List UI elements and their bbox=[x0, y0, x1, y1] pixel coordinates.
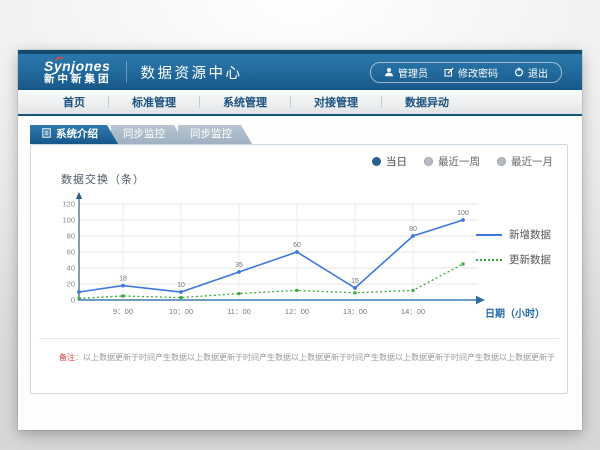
svg-text:9：00: 9：00 bbox=[113, 307, 133, 316]
nav-item-standard-mgmt[interactable]: 标准管理 bbox=[109, 94, 199, 110]
radio-dot-selected bbox=[372, 157, 381, 166]
edit-icon bbox=[444, 67, 454, 77]
svg-text:日期（小时）: 日期（小时） bbox=[485, 307, 545, 320]
brand-name: Synjones bbox=[44, 59, 112, 74]
power-icon bbox=[514, 67, 524, 77]
header-divider bbox=[126, 61, 127, 83]
radio-dot bbox=[497, 157, 506, 166]
brand-name-text: Synjones bbox=[44, 58, 110, 74]
legend-label: 新增数据 bbox=[509, 227, 551, 242]
radio-last-month[interactable]: 最近一月 bbox=[497, 154, 553, 169]
tab-label: 同步监控 bbox=[123, 128, 165, 140]
radio-label: 最近一周 bbox=[438, 154, 480, 169]
app-header: Synjones 新中新集团 数据资源中心 管理员 修改 bbox=[18, 50, 582, 90]
page-title: 数据资源中心 bbox=[141, 62, 243, 83]
svg-text:100: 100 bbox=[62, 216, 75, 225]
chart-panel: 当日 最近一周 最近一月 数据交换（条） 0 20 40 60 80 100 120 9：00… bbox=[30, 144, 568, 394]
svg-text:100: 100 bbox=[457, 210, 469, 217]
user-toolbar: 管理员 修改密码 退出 bbox=[370, 62, 562, 83]
y-axis-title: 数据交换（条） bbox=[61, 171, 145, 187]
footnote-text: ：以上数据更新于时间产生数据以上数据更新于时间产生数据以上数据更新于时间产生数据… bbox=[75, 353, 555, 362]
line-chart: 0 20 40 60 80 100 120 9：00 10：00 11：00 12：00 13：00 1… bbox=[39, 191, 551, 331]
svg-text:14：00: 14：00 bbox=[401, 307, 425, 316]
brand-logo: Synjones 新中新集团 bbox=[44, 59, 112, 86]
logout-button[interactable]: 退出 bbox=[514, 65, 548, 80]
tab-bar: 系统介绍 同步监控 同步监控 bbox=[30, 125, 245, 144]
legend-label: 更新数据 bbox=[509, 252, 551, 267]
tab-label: 系统介绍 bbox=[56, 128, 98, 140]
svg-text:11：00: 11：00 bbox=[227, 307, 251, 316]
legend-item-updated-data[interactable]: 更新数据 bbox=[476, 252, 551, 267]
logout-label: 退出 bbox=[528, 65, 548, 80]
svg-text:40: 40 bbox=[67, 264, 75, 273]
svg-text:20: 20 bbox=[67, 280, 75, 289]
admin-user-button[interactable]: 管理员 bbox=[384, 65, 428, 80]
radio-today[interactable]: 当日 bbox=[372, 154, 407, 169]
admin-user-label: 管理员 bbox=[398, 65, 428, 80]
tab-system-intro[interactable]: 系统介绍 bbox=[30, 125, 118, 144]
nav-item-home[interactable]: 首页 bbox=[40, 94, 108, 110]
svg-text:80: 80 bbox=[409, 226, 417, 233]
radio-label: 最近一月 bbox=[511, 154, 553, 169]
radio-dot bbox=[424, 157, 433, 166]
nav-item-data-change[interactable]: 数据异动 bbox=[382, 94, 472, 110]
change-password-button[interactable]: 修改密码 bbox=[444, 65, 498, 80]
tab-label: 同步监控 bbox=[190, 128, 232, 140]
panel-divider bbox=[39, 338, 559, 339]
change-password-label: 修改密码 bbox=[458, 65, 498, 80]
svg-text:10：00: 10：00 bbox=[169, 307, 193, 316]
svg-text:0: 0 bbox=[71, 296, 75, 305]
nav-item-system-mgmt[interactable]: 系统管理 bbox=[200, 94, 290, 110]
tab-sync-monitor-2[interactable]: 同步监控 bbox=[178, 125, 252, 144]
svg-text:10: 10 bbox=[177, 282, 185, 289]
svg-text:120: 120 bbox=[62, 200, 75, 209]
svg-text:80: 80 bbox=[67, 232, 75, 241]
svg-text:60: 60 bbox=[293, 242, 301, 249]
time-range-filter: 当日 最近一周 最近一月 bbox=[372, 154, 553, 169]
footnote: 备注：以上数据更新于时间产生数据以上数据更新于时间产生数据以上数据更新于时间产生… bbox=[59, 352, 559, 363]
svg-text:35: 35 bbox=[235, 262, 243, 269]
tab-sync-monitor-1[interactable]: 同步监控 bbox=[111, 125, 185, 144]
svg-text:18: 18 bbox=[119, 276, 127, 283]
user-icon bbox=[384, 67, 394, 77]
legend-item-new-data[interactable]: 新增数据 bbox=[476, 227, 551, 242]
brand-subtitle: 新中新集团 bbox=[44, 74, 112, 85]
svg-text:13：00: 13：00 bbox=[343, 307, 367, 316]
radio-last-week[interactable]: 最近一周 bbox=[424, 154, 480, 169]
document-icon bbox=[42, 126, 51, 145]
content-area: 系统介绍 同步监控 同步监控 当日 最近一周 bbox=[18, 116, 582, 428]
chart-legend: 新增数据 更新数据 bbox=[476, 227, 551, 277]
main-nav: 首页 标准管理 系统管理 对接管理 数据异动 bbox=[18, 90, 582, 116]
app-window: Synjones 新中新集团 数据资源中心 管理员 修改 bbox=[18, 50, 582, 430]
svg-text:15: 15 bbox=[351, 278, 359, 285]
radio-label: 当日 bbox=[386, 154, 407, 169]
desktop-background: Synjones 新中新集团 数据资源中心 管理员 修改 bbox=[0, 0, 600, 450]
nav-item-interface-mgmt[interactable]: 对接管理 bbox=[291, 94, 381, 110]
svg-text:12：00: 12：00 bbox=[285, 307, 309, 316]
footnote-label: 备注 bbox=[59, 353, 75, 362]
svg-text:60: 60 bbox=[67, 248, 75, 257]
legend-dotted-line-icon bbox=[476, 259, 502, 261]
legend-solid-line-icon bbox=[476, 234, 502, 236]
